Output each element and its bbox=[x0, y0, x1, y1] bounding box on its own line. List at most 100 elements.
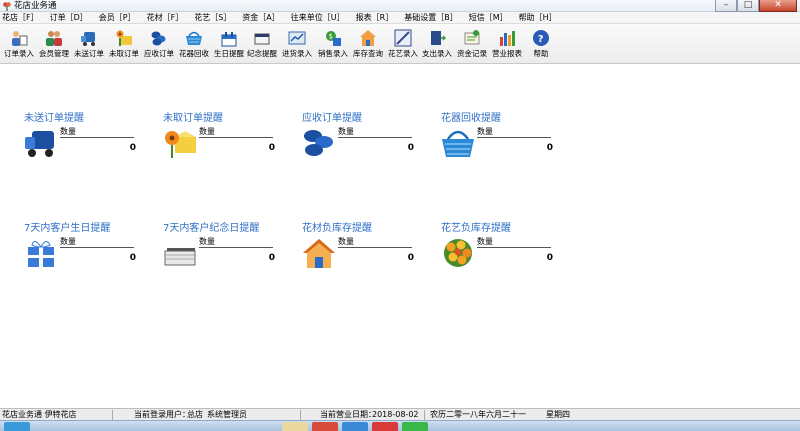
taskbar-app-1[interactable] bbox=[282, 422, 308, 431]
reminder-count: 0 bbox=[407, 253, 414, 263]
reminder-undelivered[interactable]: 未送订单提醒 数量 0 bbox=[24, 113, 139, 163]
status-user-store: 总店 bbox=[187, 410, 203, 419]
reminder-birthday[interactable]: 7天内客户生日提醒 数量 0 bbox=[24, 223, 139, 273]
window-controls: – □ ✕ bbox=[715, 0, 797, 12]
menu-reports[interactable]: 报表［R］ bbox=[356, 12, 394, 24]
reminder-count: 0 bbox=[546, 143, 553, 153]
reminder-title[interactable]: 花材负库存提醒 bbox=[302, 223, 372, 235]
divider bbox=[112, 410, 113, 420]
reminder-material-stock[interactable]: 花材负库存提醒 数量 0 bbox=[302, 223, 417, 273]
toolbar-inventory[interactable]: 库存查询 bbox=[351, 27, 385, 63]
anniversary-icon bbox=[254, 33, 270, 45]
house-icon bbox=[303, 239, 335, 268]
reminder-basket[interactable]: 花器回收提醒 数量 0 bbox=[441, 113, 556, 163]
taskbar-app-5[interactable] bbox=[402, 422, 428, 431]
minimize-button[interactable]: – bbox=[715, 0, 737, 12]
reminder-unpicked[interactable]: 未取订单提醒 数量 0 bbox=[163, 113, 278, 163]
status-bar: 花店业务通 伊特花店 当前登录用户： 总店 系统管理员 当前营业日期： 2018… bbox=[0, 408, 800, 420]
toolbar-expense[interactable]: 支出录入 bbox=[420, 27, 454, 63]
status-user-label: 当前登录用户： bbox=[134, 410, 190, 419]
divider bbox=[60, 137, 134, 138]
reminder-title[interactable]: 应收订单提醒 bbox=[302, 113, 362, 125]
title-bar: 花店业务通 – □ ✕ bbox=[0, 0, 800, 12]
reminder-count: 0 bbox=[268, 253, 275, 263]
menu-funds[interactable]: 资金［A］ bbox=[242, 12, 279, 24]
delivery-truck-icon bbox=[25, 131, 54, 157]
toolbar-funds[interactable]: 资金记录 bbox=[455, 27, 489, 63]
receivable-icon bbox=[151, 31, 166, 46]
menu-partners[interactable]: 往来单位［U］ bbox=[291, 12, 345, 24]
floral-icon bbox=[394, 29, 412, 47]
expense-icon bbox=[431, 31, 446, 45]
help-icon: ? bbox=[533, 30, 549, 46]
toolbar-members[interactable]: 会员管理 bbox=[37, 27, 71, 63]
toolbar-sales[interactable]: $ 销售录入 bbox=[316, 27, 350, 63]
toolbar-undelivered[interactable]: 未送订单 bbox=[72, 27, 106, 63]
menu-materials[interactable]: 花材［F］ bbox=[147, 12, 184, 24]
reminder-title[interactable]: 未取订单提醒 bbox=[163, 113, 223, 125]
report-icon bbox=[500, 31, 515, 46]
app-icon bbox=[3, 2, 11, 11]
menu-floral[interactable]: 花艺［S］ bbox=[194, 12, 231, 24]
gift-icon bbox=[28, 241, 54, 267]
reminder-title[interactable]: 7天内客户纪念日提醒 bbox=[163, 223, 259, 235]
status-app: 花店业务通 伊特花店 bbox=[2, 410, 77, 419]
reminder-title[interactable]: 7天内客户生日提醒 bbox=[24, 223, 110, 235]
close-button[interactable]: ✕ bbox=[759, 0, 797, 12]
purchase-icon bbox=[288, 31, 306, 45]
taskbar-app-3[interactable] bbox=[342, 422, 368, 431]
undelivered-icon bbox=[81, 32, 95, 46]
status-date: 2018-08-02 bbox=[372, 410, 419, 419]
menu-sms[interactable]: 短信［M］ bbox=[469, 12, 508, 24]
inventory-icon bbox=[360, 30, 376, 46]
svg-text:?: ? bbox=[538, 34, 544, 45]
menu-bar: 花店［F］ 订单［D］ 会员［P］ 花材［F］ 花艺［S］ 资金［A］ 往来单位… bbox=[0, 12, 800, 24]
reminder-count: 0 bbox=[407, 143, 414, 153]
toolbar-unpicked[interactable]: 未取订单 bbox=[107, 27, 141, 63]
divider bbox=[477, 137, 551, 138]
maximize-button[interactable]: □ bbox=[737, 0, 759, 12]
taskbar-app-4[interactable] bbox=[372, 422, 398, 431]
menu-help[interactable]: 帮助［H］ bbox=[519, 12, 557, 24]
menu-shop[interactable]: 花店［F］ bbox=[2, 12, 39, 24]
divider bbox=[338, 137, 412, 138]
divider bbox=[477, 247, 551, 248]
divider bbox=[60, 247, 134, 248]
card-stack-icon bbox=[164, 248, 196, 266]
svg-text:$: $ bbox=[329, 33, 333, 41]
toolbar-basket[interactable]: 花器回收 bbox=[177, 27, 211, 63]
toolbar-anniversary[interactable]: 纪念提醒 bbox=[245, 27, 279, 63]
reminder-receivable[interactable]: 应收订单提醒 数量 0 bbox=[302, 113, 417, 163]
birthday-icon bbox=[221, 32, 237, 47]
basket-icon bbox=[442, 130, 474, 157]
funds-icon bbox=[464, 30, 480, 45]
reminder-title[interactable]: 花艺负库存提醒 bbox=[441, 223, 511, 235]
reminder-count: 0 bbox=[546, 253, 553, 263]
unpicked-icon bbox=[116, 30, 132, 46]
divider bbox=[338, 247, 412, 248]
divider bbox=[199, 137, 273, 138]
taskbar-app-2[interactable] bbox=[312, 422, 338, 431]
toolbar-floral[interactable]: 花艺录入 bbox=[386, 27, 420, 63]
start-button[interactable] bbox=[4, 422, 30, 431]
toolbar-help[interactable]: ? 帮助 bbox=[524, 27, 558, 63]
divider bbox=[300, 410, 301, 420]
reminder-title[interactable]: 未送订单提醒 bbox=[24, 113, 84, 125]
flower-box-icon bbox=[165, 131, 196, 158]
reminder-count: 0 bbox=[129, 253, 136, 263]
bouquet-icon bbox=[444, 239, 472, 267]
toolbar-purchase[interactable]: 进货录入 bbox=[280, 27, 314, 63]
toolbar-report[interactable]: 营业报表 bbox=[490, 27, 524, 63]
toolbar-receivable[interactable]: 应收订单 bbox=[142, 27, 176, 63]
menu-members[interactable]: 会员［P］ bbox=[99, 12, 136, 24]
menu-settings[interactable]: 基础设置［B］ bbox=[404, 12, 458, 24]
toolbar-birthday[interactable]: 生日提醒 bbox=[212, 27, 246, 63]
reminder-anniversary[interactable]: 7天内客户纪念日提醒 数量 0 bbox=[163, 223, 278, 273]
status-user-name: 系统管理员 bbox=[207, 410, 247, 419]
sales-icon: $ bbox=[326, 31, 341, 46]
basket-icon bbox=[186, 31, 202, 45]
reminder-floral-stock[interactable]: 花艺负库存提醒 数量 0 bbox=[441, 223, 556, 273]
toolbar-order-entry[interactable]: 订单录入 bbox=[2, 27, 36, 63]
reminder-title[interactable]: 花器回收提醒 bbox=[441, 113, 501, 125]
menu-orders[interactable]: 订单［D］ bbox=[50, 12, 88, 24]
